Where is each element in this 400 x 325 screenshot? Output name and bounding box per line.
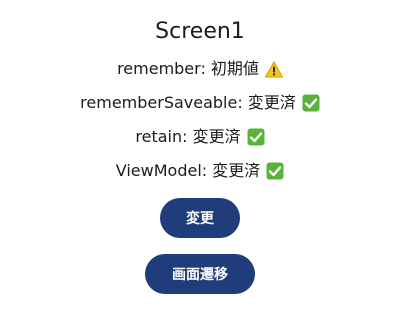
state-viewmodel-label: ViewModel: 変更済 (115, 161, 261, 180)
state-remember-label: remember: 初期値 (117, 59, 259, 78)
state-remember-saveable-label: rememberSaveable: 変更済 (80, 93, 296, 112)
navigate-button[interactable]: 画面遷移 (145, 254, 255, 294)
check-icon (266, 162, 284, 180)
state-remember-saveable: rememberSaveable: 変更済 (80, 92, 320, 114)
warning-icon (264, 60, 283, 78)
state-retain: retain: 変更済 (135, 126, 265, 148)
screen: Screen1 remember: 初期値 rememberSaveable: … (0, 0, 400, 325)
check-icon (302, 94, 320, 112)
state-viewmodel: ViewModel: 変更済 (116, 160, 285, 182)
check-icon (247, 128, 265, 146)
screen-title: Screen1 (155, 19, 245, 44)
change-button[interactable]: 変更 (160, 198, 240, 238)
state-remember: remember: 初期値 (117, 58, 283, 80)
state-retain-label: retain: 変更済 (135, 127, 241, 146)
